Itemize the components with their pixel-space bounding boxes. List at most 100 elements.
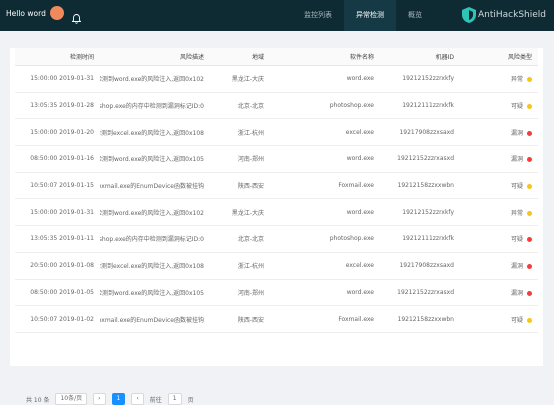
time-cell: 2019-01-20 15:00:00 bbox=[15, 118, 100, 147]
software-cell: word.exe bbox=[270, 65, 380, 93]
status-dot-icon bbox=[527, 237, 532, 243]
id-cell: 19212111zzrxkfk bbox=[380, 225, 460, 253]
id-cell: 19212152zzrxkfy bbox=[380, 65, 460, 93]
status-dot-icon bbox=[527, 130, 532, 136]
id-cell: 19217908zzxsaxd bbox=[380, 118, 460, 147]
status-label: 漏洞 bbox=[510, 156, 523, 164]
status-cell: 漏洞 bbox=[460, 118, 538, 147]
time-cell: 2019-01-28 13:05:35 bbox=[15, 92, 100, 120]
status-dot-icon bbox=[527, 104, 532, 110]
table-row[interactable]: 漏洞 19212152zzrxasxd word.exe 河南-郑州 检测到word.e… bbox=[15, 279, 538, 307]
software-cell: Foxmail.exe bbox=[270, 172, 380, 200]
tab-anomaly-detection[interactable]: 异常检测 bbox=[344, 0, 396, 31]
status-dot-icon bbox=[527, 184, 532, 190]
goto-page-input[interactable]: 1 bbox=[167, 393, 182, 405]
software-cell: excel.exe bbox=[270, 252, 380, 280]
table-row[interactable]: 可疑 19212111zzrxkfkphotoshop.exe北京-北京检测到ph… bbox=[15, 92, 538, 120]
id-cell: 19217908zzxsaxd bbox=[380, 252, 460, 280]
brand-name: AntiHackShield bbox=[477, 10, 546, 20]
desc-cell: 检测到Foxmail.exe的EnumDevice函数被挂钩 bbox=[100, 305, 210, 333]
page-unit: 页 bbox=[187, 396, 194, 404]
table-row[interactable]: 漏洞 19217908zzxsaxd excel.exe 浙江-杭州 检测到excel.… bbox=[15, 118, 538, 147]
column-header[interactable]: 检测时间 bbox=[15, 48, 100, 66]
table-row[interactable]: 漏洞 19217908zzxsaxd excel.exe 浙江-杭州 检测到excel.… bbox=[15, 252, 538, 280]
pagination: 页 1 前往 › 1 ‹ 10条/页 共 10 条 bbox=[20, 393, 194, 405]
tab-monitor-list[interactable]: 监控列表 bbox=[292, 0, 344, 31]
status-label: 可疑 bbox=[510, 316, 523, 324]
column-header[interactable]: 风险类型 bbox=[460, 48, 538, 66]
region-cell: 河南-郑州 bbox=[210, 279, 270, 307]
time-cell: 2019-01-16 08:50:00 bbox=[15, 145, 100, 173]
desc-cell: 检测到word.exe的风险注入,返回0x105 bbox=[100, 279, 210, 307]
software-cell: word.exe bbox=[270, 198, 380, 227]
status-dot-icon bbox=[527, 157, 532, 163]
status-label: 可疑 bbox=[510, 236, 523, 244]
next-page-button[interactable]: › bbox=[131, 393, 144, 405]
goto-label: 前往 bbox=[149, 396, 162, 404]
column-header[interactable]: 软件名称 bbox=[270, 48, 380, 66]
software-cell: Foxmail.exe bbox=[270, 305, 380, 333]
region-cell: 黑龙江-大庆 bbox=[210, 65, 270, 93]
table-row[interactable]: 漏洞 19212152zzrxasxd word.exe 河南-郑州 检测到word.e… bbox=[15, 145, 538, 173]
time-cell: 2019-01-15 10:50:07 bbox=[15, 172, 100, 200]
status-label: 异常 bbox=[510, 76, 523, 84]
avatar bbox=[49, 6, 64, 20]
time-cell: 2019-01-08 20:50:00 bbox=[15, 252, 100, 280]
main-nav: 概览 异常检测 监控列表 bbox=[292, 0, 434, 31]
desc-cell: 检测到photoshop.exe的内存中检测到漏洞标记ID:0... bbox=[100, 92, 210, 120]
status-label: 可疑 bbox=[510, 103, 523, 111]
desc-cell: 检测到photoshop.exe的内存中检测到漏洞标记ID:0... bbox=[100, 225, 210, 253]
region-cell: 河南-郑州 bbox=[210, 145, 270, 173]
region-cell: 北京-北京 bbox=[210, 225, 270, 253]
software-cell: photoshop.exe bbox=[270, 92, 380, 120]
id-cell: 19212158zzxxwbn bbox=[380, 172, 460, 200]
top-bar: AntiHackShield 概览 异常检测 监控列表 Hello word bbox=[0, 0, 554, 31]
software-cell: word.exe bbox=[270, 279, 380, 307]
status-dot-icon bbox=[527, 77, 532, 83]
status-dot-icon bbox=[527, 264, 532, 270]
status-label: 异常 bbox=[510, 209, 523, 217]
desc-cell: 检测到word.exe的风险注入,返回0x102 bbox=[100, 198, 210, 227]
risk-table: 风险类型 机器ID 软件名称 地域 风险描述 检测时间 异常 19212152zz… bbox=[15, 48, 538, 333]
status-dot-icon bbox=[527, 210, 532, 216]
id-cell: 19212158zzxxwbn bbox=[380, 305, 460, 333]
status-dot-icon bbox=[527, 290, 532, 296]
table-row[interactable]: 可疑 19212158zzxxwbnFoxmail.exe陕西-西安检测到Foxm… bbox=[15, 172, 538, 200]
prev-page-button[interactable]: ‹ bbox=[93, 393, 106, 405]
tab-overview[interactable]: 概览 bbox=[396, 0, 434, 31]
brand[interactable]: AntiHackShield bbox=[456, 6, 546, 24]
time-cell: 2019-01-02 10:50:07 bbox=[15, 305, 100, 333]
status-cell: 可疑 bbox=[460, 305, 538, 333]
column-header[interactable]: 机器ID bbox=[380, 48, 460, 66]
page-button-current[interactable]: 1 bbox=[111, 393, 126, 405]
id-cell: 19212111zzrxkfk bbox=[380, 92, 460, 120]
region-cell: 黑龙江-大庆 bbox=[210, 198, 270, 227]
time-cell: 2019-01-05 08:50:00 bbox=[15, 279, 100, 307]
region-cell: 北京-北京 bbox=[210, 92, 270, 120]
region-cell: 浙江-杭州 bbox=[210, 252, 270, 280]
user-menu[interactable]: Hello word bbox=[6, 6, 64, 20]
content-panel: 风险类型 机器ID 软件名称 地域 风险描述 检测时间 异常 19212152zz… bbox=[10, 48, 543, 405]
desc-cell: 检测到excel.exe的风险注入,返回0x108 bbox=[100, 252, 210, 280]
id-cell: 19212152zzrxkfy bbox=[380, 198, 460, 227]
bell-icon[interactable] bbox=[71, 9, 82, 28]
status-dot-icon bbox=[527, 317, 532, 323]
time-cell: 2019-01-11 13:05:35 bbox=[15, 225, 100, 253]
status-label: 可疑 bbox=[510, 183, 523, 191]
status-cell: 漏洞 bbox=[460, 252, 538, 280]
table-row[interactable]: 可疑 19212111zzrxkfkphotoshop.exe北京-北京检测到ph… bbox=[15, 225, 538, 253]
status-cell: 可疑 bbox=[460, 92, 538, 120]
table-row[interactable]: 可疑 19212158zzxxwbnFoxmail.exe陕西-西安检测到Foxm… bbox=[15, 305, 538, 333]
table-row[interactable]: 异常 19212152zzrxkfy word.exe 黑龙江-大庆 检测到word.e… bbox=[15, 65, 538, 93]
time-cell: 2019-01-31 15:00:00 bbox=[15, 198, 100, 227]
page-size-select[interactable]: 10条/页 bbox=[55, 393, 88, 405]
table-row[interactable]: 异常 19212152zzrxkfy word.exe 黑龙江-大庆 检测到word.e… bbox=[15, 198, 538, 227]
status-cell: 漏洞 bbox=[460, 145, 538, 173]
column-header[interactable]: 风险描述 bbox=[100, 48, 210, 66]
software-cell: word.exe bbox=[270, 145, 380, 173]
desc-cell: 检测到excel.exe的风险注入,返回0x108 bbox=[100, 118, 210, 147]
column-header[interactable]: 地域 bbox=[210, 48, 270, 66]
id-cell: 19212152zzrxasxd bbox=[380, 279, 460, 307]
desc-cell: 检测到Foxmail.exe的EnumDevice函数被挂钩 bbox=[100, 172, 210, 200]
status-cell: 异常 bbox=[460, 65, 538, 93]
